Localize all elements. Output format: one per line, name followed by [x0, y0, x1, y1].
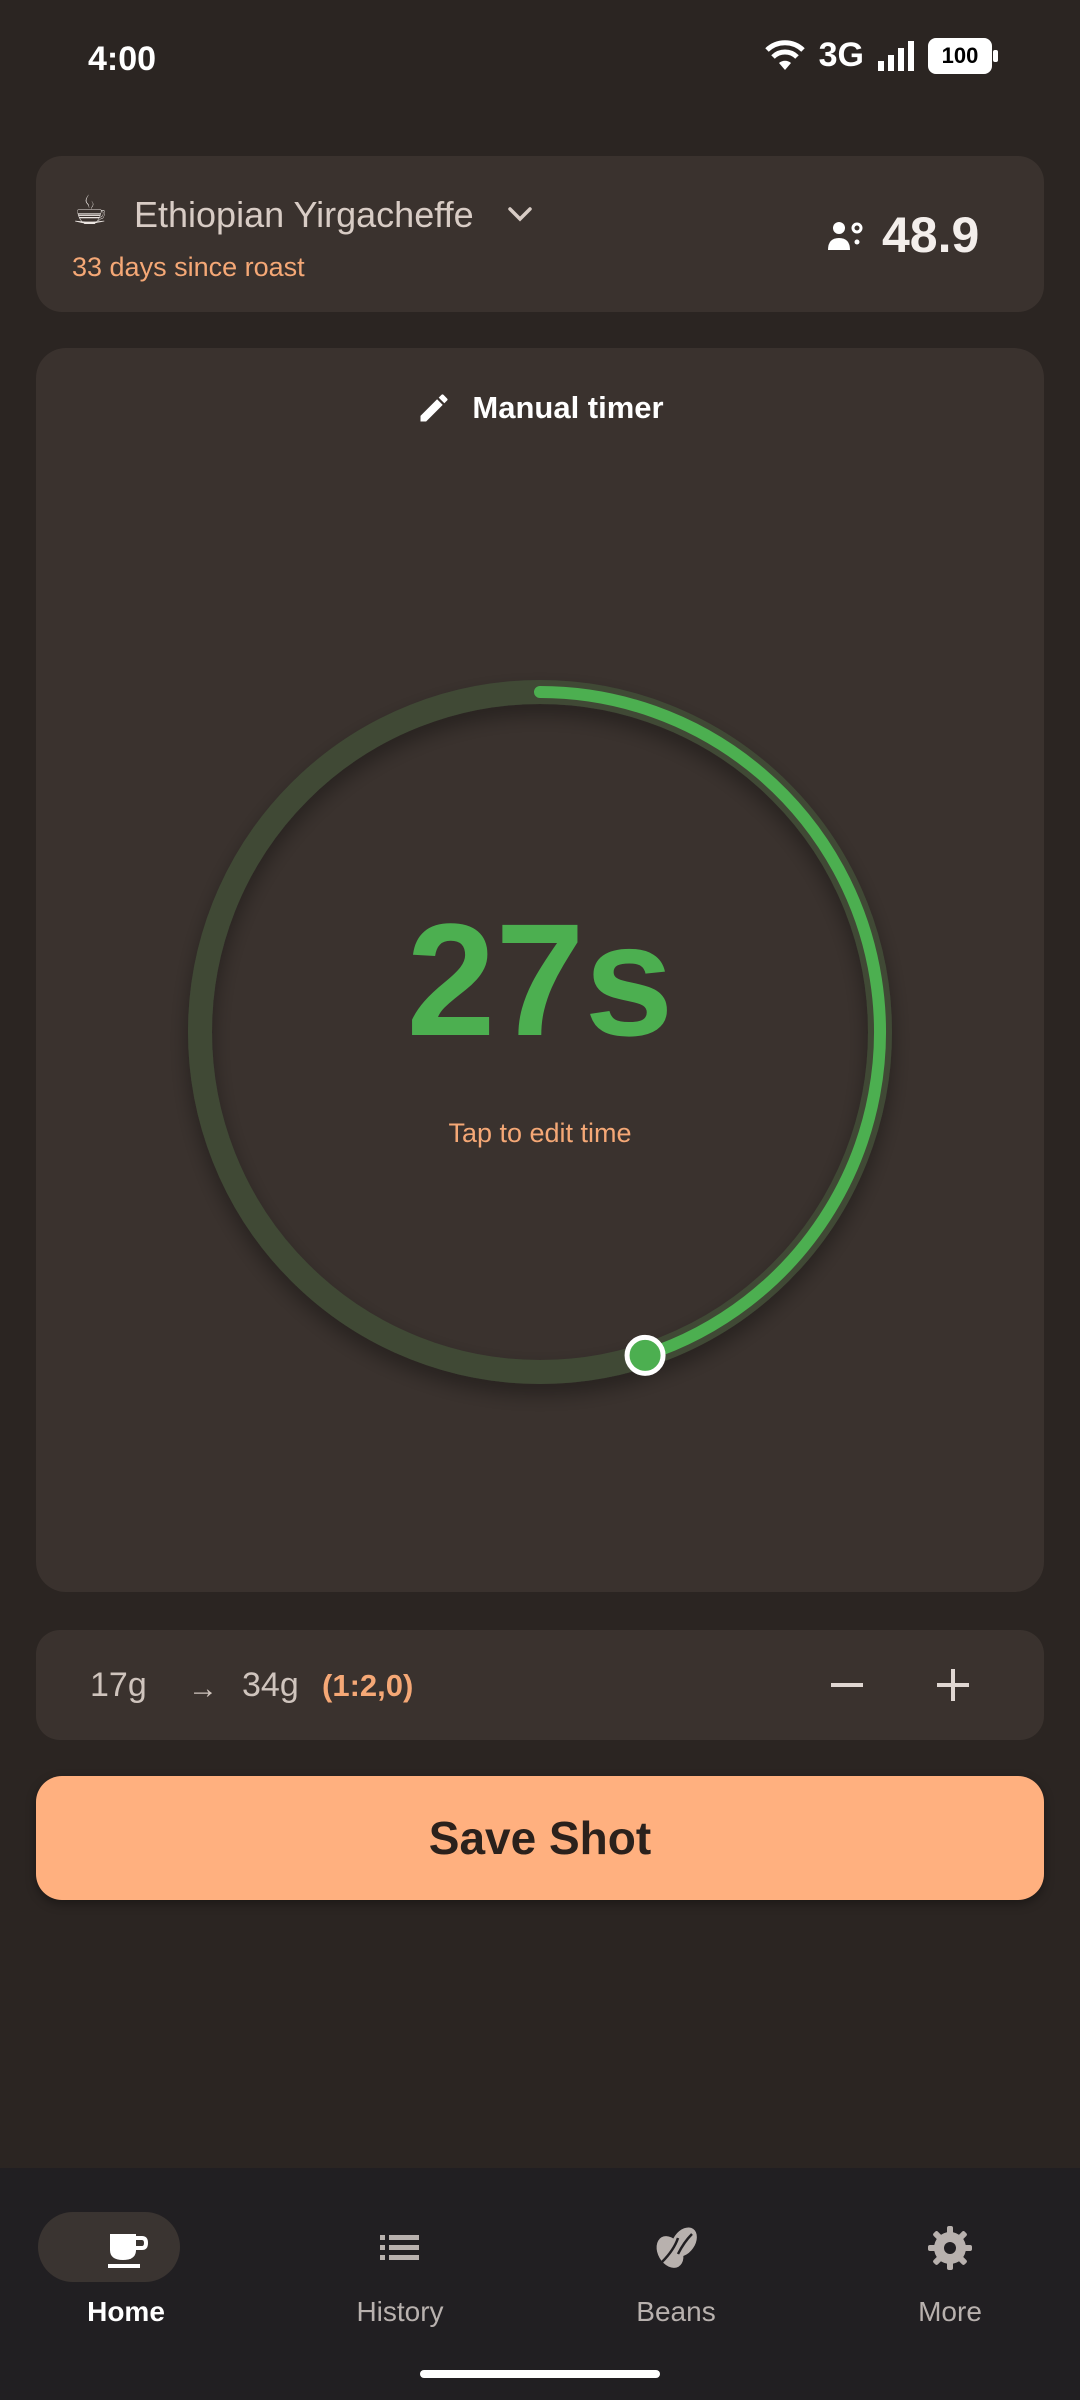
status-bar: 4:00 3G 100	[0, 0, 1080, 120]
bean-selector-card[interactable]: ☕ Ethiopian Yirgacheffe 33 days since ro…	[36, 156, 1044, 312]
network-type: 3G	[818, 36, 864, 74]
signal-icon	[878, 40, 914, 71]
nav-label-home: Home	[87, 2296, 165, 2327]
dose-in[interactable]: 17g	[90, 1666, 147, 1705]
grind-setting-value[interactable]: 48.9	[882, 206, 979, 264]
dose-ratio-bar: 17g → 34g (1:2,0)	[36, 1630, 1044, 1740]
save-shot-button[interactable]: Save Shot	[36, 1776, 1044, 1900]
coffee-cup-icon: ☕	[72, 189, 108, 233]
wifi-icon	[764, 39, 805, 70]
nav-item-history[interactable]: History	[290, 2196, 510, 2336]
nav-item-home[interactable]: Home	[16, 2196, 236, 2336]
coffee-bean-icon	[656, 2227, 697, 2268]
grinder-icon	[828, 222, 863, 250]
arrow-right-icon: →	[188, 1672, 218, 1705]
nav-label-beans: Beans	[636, 2296, 716, 2327]
nav-item-beans[interactable]: Beans	[566, 2196, 786, 2336]
timer-card: Manual timer 27s Tap to edit time	[36, 348, 1044, 1592]
status-time: 4:00	[88, 40, 157, 78]
home-indicator[interactable]	[420, 2370, 660, 2378]
battery-icon: 100	[928, 37, 998, 74]
coffee-cup-icon	[108, 2234, 149, 2268]
status-icons: 3G 100	[764, 36, 998, 75]
nav-label-more: More	[918, 2296, 982, 2327]
list-icon	[380, 2235, 419, 2260]
nav-item-more[interactable]: More	[840, 2196, 1060, 2336]
dose-out[interactable]: 34g	[242, 1666, 299, 1705]
bottom-navigation: Home History Beans More	[0, 2168, 1080, 2400]
roast-age: 33 days since roast	[72, 252, 305, 282]
brew-ratio: (1:2,0)	[322, 1668, 414, 1703]
nav-label-history: History	[356, 2296, 444, 2327]
timer-value[interactable]: 27s	[36, 888, 1044, 1072]
tap-to-edit-hint: Tap to edit time	[448, 1118, 632, 1148]
gear-icon	[928, 2226, 972, 2270]
decrease-button[interactable]	[814, 1652, 880, 1718]
chevron-down-icon[interactable]	[504, 198, 536, 230]
battery-level: 100	[941, 42, 979, 68]
timer-handle[interactable]	[624, 1334, 666, 1376]
bean-name[interactable]: Ethiopian Yirgacheffe	[134, 194, 474, 236]
increase-button[interactable]	[920, 1652, 986, 1718]
